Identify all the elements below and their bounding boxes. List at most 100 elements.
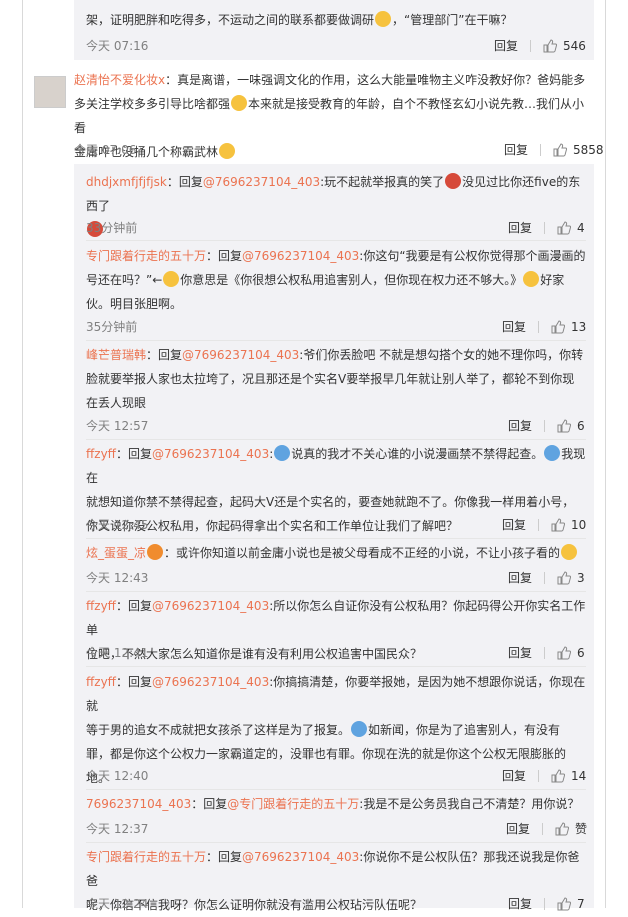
thumbs-up-icon[interactable] [543, 38, 558, 53]
doraemon-emoji-icon [274, 445, 291, 461]
mention-link[interactable]: @7696237104_403 [182, 348, 299, 362]
laugh-cry-emoji-icon [219, 143, 236, 159]
reply-actions: 回复 7 [508, 895, 585, 912]
reply-text: 炫_蛋蛋_凉 ：或许你知道以前金庸小说也是被父母看成不正经的小说，不让小孩子看的 [86, 541, 586, 565]
reply-user[interactable]: dhdjxmfjfjfjsk [86, 175, 167, 189]
like-label: 赞 [575, 822, 588, 836]
like-count: 14 [571, 768, 587, 783]
like-count: 5858 [573, 142, 604, 157]
mention-link[interactable]: @7696237104_403 [152, 675, 269, 689]
thumbs-up-icon[interactable] [557, 418, 572, 433]
reply-user[interactable]: 专门跟着行走的五十万 [86, 249, 206, 263]
top-partial-actions: 回复 546 [494, 37, 586, 54]
reply-button[interactable]: 回复 [502, 516, 526, 533]
doraemon-emoji-icon [351, 721, 368, 737]
reply-user[interactable]: ffzyff [86, 447, 116, 461]
reply-actions: 回复 4 [508, 219, 585, 236]
smile-emoji-icon [375, 11, 392, 27]
main-comment-time: 今天 07:06 [74, 143, 137, 157]
divider [86, 439, 586, 440]
thumbs-up-icon[interactable] [557, 645, 572, 660]
thumbs-up-icon[interactable] [557, 896, 572, 911]
reply-user[interactable]: 峰芒普瑞韩 [86, 348, 146, 362]
reply-user[interactable]: 7696237104_403 [86, 797, 191, 811]
top-partial-text: 架，证明肥胖和吃得多，不运动之间的联系都要做调研 ，“管理部门”在干嘛？ [86, 11, 513, 27]
angry-emoji-icon [445, 173, 462, 189]
mention-link[interactable]: @专门跟着行走的五十万 [227, 797, 359, 811]
panel-border-right [605, 0, 606, 908]
reply-user[interactable]: 炫_蛋蛋_凉 [86, 546, 146, 560]
thumbs-up-icon[interactable] [555, 821, 570, 836]
like-count: 10 [571, 517, 587, 532]
like-count: 4 [577, 220, 585, 235]
reply-button[interactable]: 回复 [502, 767, 526, 784]
laugh-cry-emoji-icon [561, 544, 578, 560]
main-comment-actions: 回复 5858 [504, 141, 604, 158]
reply-user[interactable]: ffzyff [86, 675, 116, 689]
mention-link[interactable]: @7696237104_403 [152, 447, 269, 461]
reply-actions: 回复 14 [502, 767, 586, 784]
thumbs-up-icon[interactable] [557, 570, 572, 585]
reply-actions: 回复 赞 [506, 820, 587, 837]
reply-button[interactable]: 回复 [508, 417, 532, 434]
avatar[interactable] [34, 76, 66, 108]
reply-button[interactable]: 回复 [508, 219, 532, 236]
reply-actions: 回复 3 [508, 569, 585, 586]
reply-time: 今天 12:43 [86, 571, 149, 585]
panel-border-left [22, 0, 23, 908]
like-count: 3 [577, 570, 585, 585]
like-count: 13 [571, 319, 587, 334]
thumbs-up-icon[interactable] [551, 517, 566, 532]
divider [86, 789, 586, 790]
reply-user[interactable]: ffzyff [86, 599, 116, 613]
reply-user[interactable]: 专门跟着行走的五十万 [86, 850, 206, 864]
thumbs-up-icon[interactable] [551, 319, 566, 334]
divider [86, 666, 586, 667]
reply-time: 今天 12:45 [86, 518, 149, 532]
mention-link[interactable]: @7696237104_403 [242, 850, 359, 864]
reply-text: 专门跟着行走的五十万：回复@7696237104_403:你这句“我要是有公权你… [86, 249, 586, 311]
reply-button[interactable]: 回复 [502, 318, 526, 335]
reply-actions: 回复 13 [502, 318, 586, 335]
reply-actions: 回复 6 [508, 417, 585, 434]
reply-button[interactable]: 回复 [508, 569, 532, 586]
reply-button[interactable]: 回复 [494, 37, 518, 54]
divider [86, 591, 586, 592]
divider [86, 538, 586, 539]
grin-emoji-icon [163, 271, 180, 287]
thumbs-up-icon[interactable] [551, 768, 566, 783]
doraemon-emoji-icon [544, 445, 561, 461]
reply-time: 今天 12:24 [86, 897, 149, 911]
like-count: 546 [563, 38, 586, 53]
divider [86, 340, 586, 341]
divider [86, 240, 586, 241]
reply-time: 33分钟前 [86, 221, 138, 235]
reply-time: 今天 12:40 [86, 769, 149, 783]
thumbs-up-icon[interactable] [557, 220, 572, 235]
reply-button[interactable]: 回复 [508, 895, 532, 912]
reply-actions: 回复 10 [502, 516, 586, 533]
reply-text: 7696237104_403：回复@专门跟着行走的五十万:我是不是公务员我自己不… [86, 797, 580, 811]
top-partial-time: 今天 07:16 [86, 39, 149, 53]
reply-time: 35分钟前 [86, 320, 138, 334]
reply-button[interactable]: 回复 [508, 644, 532, 661]
cat-emoji-icon [231, 95, 248, 111]
like-count: 6 [577, 418, 585, 433]
divider [86, 842, 586, 843]
mention-link[interactable]: @7696237104_403 [242, 249, 359, 263]
mention-link[interactable]: @7696237104_403 [203, 175, 320, 189]
grin-emoji-icon [523, 271, 540, 287]
mention-link[interactable]: @7696237104_403 [152, 599, 269, 613]
reply-text: 峰芒普瑞韩：回复@7696237104_403:爷们你丢脸吧 不就是想勾搭个女的… [86, 348, 584, 410]
reply-time: 今天 12:37 [86, 822, 149, 836]
reply-time: 今天 12:41 [86, 646, 149, 660]
main-comment-user[interactable]: 赵清怡不爱化妆x [74, 73, 165, 87]
like-count: 7 [577, 896, 585, 911]
reply-button[interactable]: 回复 [504, 141, 528, 158]
reply-time: 今天 12:57 [86, 419, 149, 433]
fire-emoji-icon [147, 544, 164, 560]
reply-button[interactable]: 回复 [506, 820, 530, 837]
thumbs-up-icon[interactable] [553, 142, 568, 157]
like-count: 6 [577, 645, 585, 660]
reply-actions: 回复 6 [508, 644, 585, 661]
